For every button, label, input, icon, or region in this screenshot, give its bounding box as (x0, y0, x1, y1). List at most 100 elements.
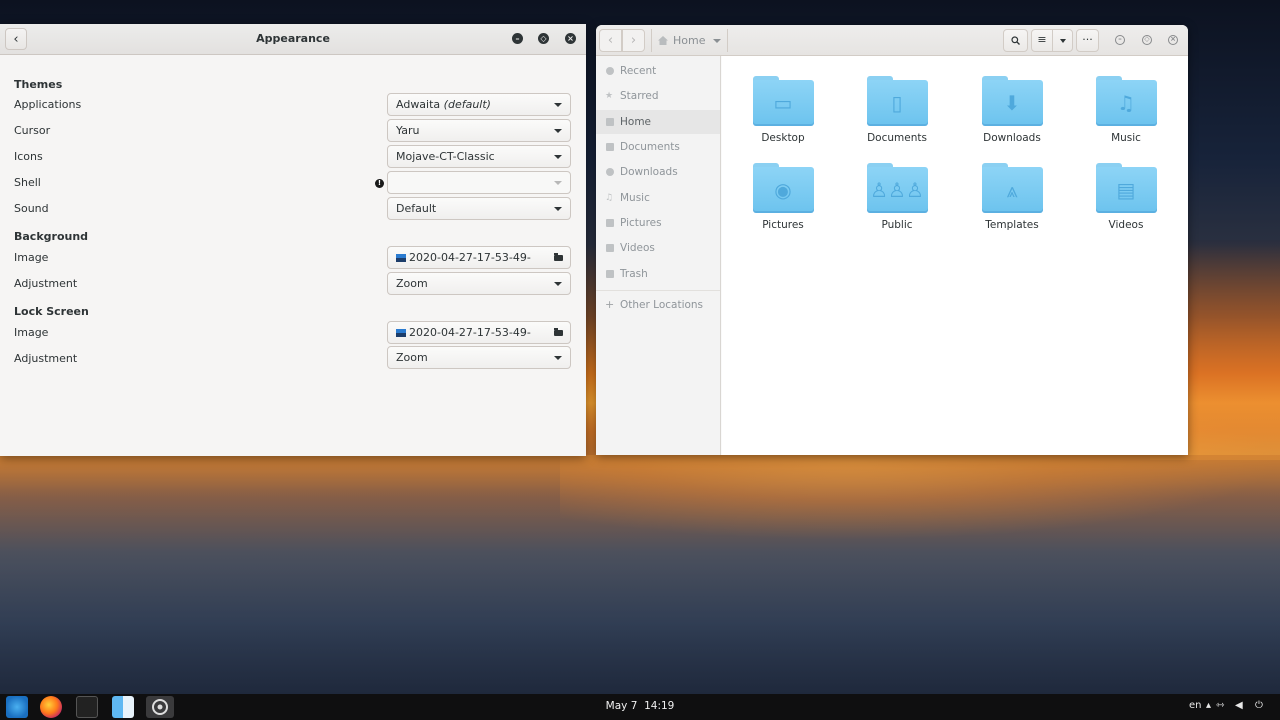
view-options-button[interactable] (1052, 29, 1073, 52)
sound-combo[interactable]: Default (387, 197, 571, 220)
folder-templates[interactable]: ⩓ Templates (969, 163, 1055, 231)
tray-arrow-icon[interactable]: ▴ (1206, 700, 1211, 711)
folder-music[interactable]: ♫ Music (1083, 76, 1169, 144)
sidebar-item-label: Downloads (620, 166, 678, 178)
time-label: 14:19 (644, 700, 675, 712)
chevron-down-icon (554, 155, 562, 159)
sidebar-item-label: Pictures (620, 217, 662, 229)
shell-label: Shell (14, 176, 41, 189)
sidebar-item-label: Starred (620, 90, 659, 102)
folder-icon (554, 328, 563, 336)
close-button[interactable]: × (565, 33, 576, 44)
sidebar-item-pictures[interactable]: Pictures (596, 211, 720, 235)
sidebar-item-label: Other Locations (620, 299, 704, 311)
minimize-button[interactable]: – (512, 33, 523, 44)
sidebar-item-music[interactable]: ♫ Music (596, 186, 720, 210)
warning-icon[interactable]: ! (375, 179, 384, 188)
trash-icon (606, 270, 614, 278)
view-list-button[interactable]: ≡ (1031, 29, 1053, 52)
sidebar-item-home[interactable]: Home (596, 110, 720, 134)
image-file-icon (396, 254, 406, 262)
download-icon (606, 168, 614, 176)
search-button[interactable] (1003, 29, 1028, 52)
themes-header: Themes (14, 78, 63, 91)
menu-button[interactable]: ··· (1076, 29, 1099, 52)
background-image-chooser[interactable]: 2020-04-27-17-53-49-lodka.jpg (387, 246, 571, 285)
applications-label: Applications (14, 98, 82, 111)
sidebar-item-documents[interactable]: Documents (596, 135, 720, 159)
folder-name: Desktop (761, 132, 805, 144)
cursor-combo[interactable]: Yaru (387, 119, 571, 142)
power-icon[interactable]: ⏻ (1255, 700, 1263, 711)
forward-nav-button[interactable]: › (622, 29, 645, 52)
sidebar-item-recent[interactable]: Recent (596, 59, 720, 83)
lock-adjustment-value: Zoom (396, 351, 428, 364)
cursor-value: Yaru (396, 124, 420, 137)
applications-value: Adwaita (396, 98, 441, 111)
home-icon (606, 118, 614, 126)
folder-desktop[interactable]: ▭ Desktop (740, 76, 826, 144)
home-icon (658, 36, 668, 45)
background-header: Background (14, 230, 89, 243)
lock-screen-header: Lock Screen (14, 305, 89, 318)
folder-pictures[interactable]: ◉ Pictures (740, 163, 826, 231)
keyboard-layout-indicator[interactable]: en (1189, 700, 1202, 711)
maximize-button[interactable]: ◇ (1142, 35, 1152, 45)
background-adjustment-label: Adjustment (14, 277, 78, 290)
sidebar-item-downloads[interactable]: Downloads (596, 160, 720, 184)
template-icon: ⩓ (981, 163, 1043, 213)
sidebar-item-videos[interactable]: Videos (596, 236, 720, 260)
clock-icon (606, 67, 614, 75)
icons-label: Icons (14, 150, 43, 163)
background-adjustment-combo[interactable]: Zoom (387, 272, 571, 295)
sidebar-item-label: Home (620, 116, 652, 128)
path-bar-home[interactable]: Home (651, 29, 728, 52)
chevron-down-icon[interactable] (713, 39, 721, 43)
applications-combo[interactable]: Adwaita (default) (387, 93, 571, 116)
wallpaper-lake (0, 455, 1280, 695)
sidebar-item-label: Videos (620, 242, 655, 254)
icons-combo[interactable]: Mojave-CT-Classic (387, 145, 571, 168)
film-icon (606, 244, 614, 252)
lock-image-chooser[interactable]: 2020-04-27-17-53-49-lodka.jpg (387, 321, 571, 360)
camera-icon: ◉ (752, 163, 814, 213)
lock-image-label: Image (14, 326, 49, 339)
icons-value: Mojave-CT-Classic (396, 150, 495, 163)
document-icon (606, 143, 614, 151)
sidebar-item-trash[interactable]: Trash (596, 262, 720, 286)
shell-combo[interactable] (387, 171, 571, 194)
volume-icon[interactable]: ◀ (1235, 700, 1243, 711)
sidebar-item-starred[interactable]: ★ Starred (596, 84, 720, 108)
image-file-icon (396, 329, 406, 337)
maximize-button[interactable]: ◇ (538, 33, 549, 44)
sidebar-separator (596, 290, 720, 291)
lock-adjustment-combo[interactable]: Zoom (387, 346, 571, 369)
folder-name: Videos (1108, 219, 1144, 231)
back-nav-button[interactable]: ‹ (599, 29, 622, 52)
folder-documents[interactable]: ▯ Documents (854, 76, 940, 144)
desktop-icon: ▭ (752, 76, 814, 126)
chevron-down-icon (1059, 39, 1066, 43)
music-icon: ♫ (605, 193, 614, 203)
sidebar-item-other-locations[interactable]: + Other Locations (596, 293, 720, 317)
sidebar-item-label: Music (620, 192, 650, 204)
chevron-down-icon (554, 282, 562, 286)
folder-videos[interactable]: ▤ Videos (1083, 163, 1169, 231)
film-icon: ▤ (1095, 163, 1157, 213)
background-adjustment-value: Zoom (396, 277, 428, 290)
minimize-button[interactable]: – (1115, 35, 1125, 45)
chevron-down-icon (554, 129, 562, 133)
folder-name: Music (1111, 132, 1141, 144)
network-icon[interactable]: ⇿ (1216, 700, 1224, 711)
window-title: Appearance (256, 32, 330, 45)
background-image-label: Image (14, 251, 49, 264)
close-button[interactable]: × (1168, 35, 1178, 45)
folder-name: Templates (985, 219, 1039, 231)
sidebar-item-label: Recent (620, 65, 657, 77)
clock[interactable]: May 7 14:19 (0, 700, 1280, 712)
chevron-down-icon (554, 356, 562, 360)
folder-downloads[interactable]: ⬇ Downloads (969, 76, 1055, 144)
chevron-down-icon (554, 181, 562, 185)
folder-public[interactable]: ♙♙♙ Public (854, 163, 940, 231)
people-icon: ♙♙♙ (866, 163, 928, 213)
